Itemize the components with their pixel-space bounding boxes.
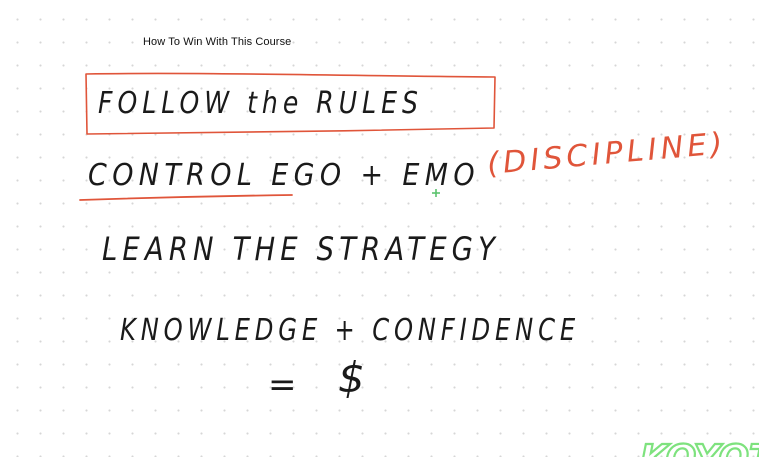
note-line-learn-strategy: LEARN THE STRATEGY — [102, 230, 500, 268]
note-line-knowledge-confidence: KNOWLEDGE + CONFIDENCE — [120, 313, 580, 348]
note-line-control-ego: CONTROL EGO + EMO — [88, 158, 480, 193]
note-equals: = — [268, 365, 297, 405]
note-discipline: (DISCIPLINE) — [486, 126, 728, 182]
note-dollar-sign: $ — [338, 353, 365, 402]
underline-control — [79, 194, 293, 201]
whiteboard-canvas[interactable]: FOLLOW the RULES CONTROL EGO + EMO (DISC… — [0, 0, 759, 457]
watermark-logo: KOYOTO — [640, 438, 759, 457]
note-line-follow-rules: FOLLOW the RULES — [98, 86, 423, 121]
